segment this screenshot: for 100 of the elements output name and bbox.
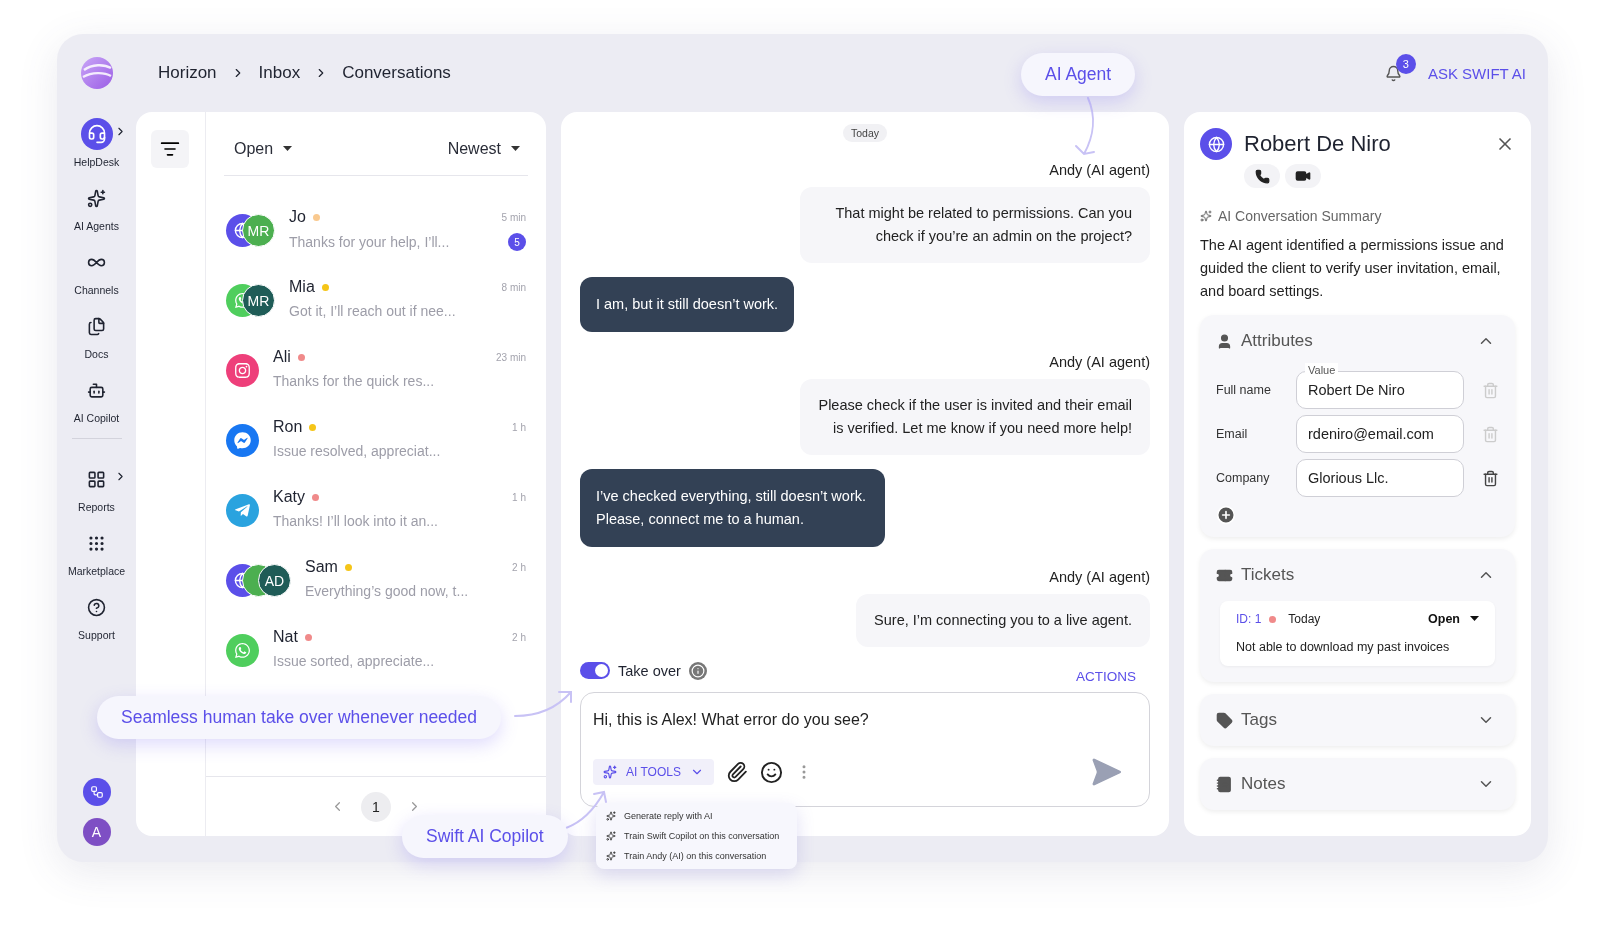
message-time: 2 h [512, 631, 526, 643]
filter-icon [160, 139, 180, 159]
caret-icon [511, 145, 520, 152]
section-header[interactable]: Tags [1216, 694, 1499, 746]
sparkles-icon [606, 831, 616, 841]
conversation-item[interactable]: MR Mia 8 min Got it, I’ll reach out if nee... [226, 278, 526, 348]
sidebar-item[interactable]: AI Agents [60, 178, 133, 236]
globe-icon [1200, 128, 1232, 160]
conversation-item[interactable]: MR Jo 5 min Thanks for your help, I’ll... 5 [226, 208, 526, 278]
sender-name: Andy (AI agent) [1049, 162, 1150, 178]
add-icon[interactable] [1216, 505, 1236, 525]
toggle-label: Take over [618, 662, 681, 679]
person-icon [1216, 332, 1233, 350]
status-dropdown[interactable]: Open [234, 139, 293, 158]
sidebar-item[interactable]: AI Copilot [60, 370, 133, 428]
message-time: 23 min [496, 351, 526, 363]
user-avatar[interactable]: A [82, 818, 111, 846]
menu-item[interactable]: Train Andy (AI) on this conversation [606, 851, 787, 861]
trash-icon [1482, 381, 1499, 399]
phone-button[interactable] [1244, 164, 1280, 188]
input-field[interactable]: Glorious Llc. [1296, 459, 1464, 497]
sparkles-icon [603, 765, 617, 779]
summary-title: AI Conversation Summary [1218, 208, 1382, 224]
ask-ai-button[interactable]: ASK SWIFT AI [1427, 64, 1526, 82]
agent-message: That might be related to permissions. Can you check if you’re an admin on the project? [800, 187, 1150, 263]
contact-name: Ron [273, 418, 303, 436]
conversation-item[interactable]: Ron 1 h Issue resolved, appreciat... [226, 418, 526, 488]
actions-button[interactable]: ACTIONS [1076, 669, 1136, 684]
menu-item[interactable]: Train Swift Copilot on this conversation [606, 831, 787, 841]
conversation-item[interactable]: Katy 1 h Thanks! I’ll look into it an... [226, 488, 526, 558]
logo-icon [79, 56, 114, 90]
notification-bell[interactable] [1384, 64, 1402, 82]
section-header[interactable]: Notes [1216, 758, 1499, 810]
video-button[interactable] [1285, 164, 1321, 188]
message-time: 1 h [512, 421, 526, 433]
workflow-icon [89, 785, 104, 799]
sidebar-item[interactable]: Docs [60, 306, 133, 364]
message-time: 1 h [512, 491, 526, 503]
menu-item[interactable]: Generate reply with AI [606, 811, 787, 821]
conversation-item[interactable]: Ali 23 min Thanks for the quick res... [226, 348, 526, 418]
contact-name: Jo [289, 208, 306, 226]
sparkles-icon [1200, 210, 1212, 222]
sender-name: Andy (AI agent) [1049, 354, 1150, 370]
page-button[interactable]: 1 [361, 791, 391, 822]
contact-name: Katy [273, 488, 305, 506]
sort-dropdown[interactable]: Newest [447, 139, 520, 158]
sidebar-item[interactable]: Support [60, 587, 133, 645]
message-input[interactable]: Hi, this is Alex! What error do you see? [593, 711, 1137, 729]
ticket-id: ID: 1 [1236, 612, 1262, 626]
date-separator: Today [843, 124, 887, 142]
ai-tools-button[interactable]: AI TOOLS [593, 759, 714, 785]
filter-button[interactable] [151, 130, 189, 168]
paperclip-icon[interactable] [725, 761, 748, 783]
input-field[interactable]: rdeniro@email.com [1296, 415, 1464, 453]
section-header[interactable]: Tickets [1216, 549, 1499, 601]
sparkles-icon [606, 851, 616, 861]
sidebar-item[interactable]: Reports [60, 459, 133, 517]
agent-message: Sure, I’m connecting you to a live agent. [856, 594, 1150, 647]
sparkles-icon [87, 188, 106, 208]
documents-icon [87, 316, 106, 336]
smile-icon[interactable] [759, 760, 783, 784]
message-preview: Got it, I’ll reach out if nee... [289, 303, 456, 319]
breadcrumb-link[interactable]: Horizon [158, 63, 217, 83]
workflow-button[interactable] [82, 778, 111, 806]
conversation-item[interactable]: AD Sam 2 h Everything’s good now, t... [226, 558, 526, 628]
video-icon [1295, 168, 1311, 184]
sidebar-item[interactable]: Marketplace [60, 523, 133, 581]
message-preview: Thanks for your help, I’ll... [289, 234, 450, 250]
breadcrumb-link[interactable]: Conversations [342, 63, 451, 83]
sparkles-icon [606, 811, 616, 821]
headset-icon [86, 124, 107, 144]
grid-icon [87, 469, 106, 489]
sidebar-item[interactable]: HelpDesk [60, 114, 133, 172]
phone-icon [1254, 168, 1270, 184]
help-icon [87, 597, 106, 617]
message-preview: Issue sorted, appreciate... [273, 653, 435, 669]
sidebar-item[interactable]: Channels [60, 242, 133, 300]
contact-name: Ali [273, 348, 291, 366]
field-label: Full name [1216, 383, 1272, 397]
field-label: Email [1216, 427, 1249, 441]
notepad-icon [1216, 775, 1233, 793]
user-avatar: MR [242, 284, 275, 317]
take-over-toggle[interactable] [580, 662, 610, 679]
caret-icon [1470, 616, 1479, 622]
status-dropdown[interactable]: Open [1428, 612, 1479, 626]
customer-message: I’ve checked everything, still doesn’t work. Please, connect me to a human. [580, 469, 885, 547]
trash-button[interactable] [1482, 469, 1499, 487]
message-time: 8 min [501, 281, 526, 293]
callout-label: Seamless human take over whenever needed [97, 696, 502, 739]
message-preview: Thanks for the quick res... [273, 373, 435, 389]
ticket-title: Not able to download my past invoices [1236, 640, 1451, 654]
robot-icon [87, 380, 106, 400]
conversation-item[interactable]: Nat 2 h Issue sorted, appreciate... [226, 628, 526, 698]
message-preview: Thanks! I’ll look into it an... [273, 513, 438, 529]
breadcrumb-link[interactable]: Inbox [258, 63, 301, 83]
ticket-date: Today [1288, 612, 1321, 626]
contact-name: Nat [273, 628, 298, 646]
customer-message: I am, but it still doesn’t work. [580, 277, 795, 332]
ticket-card[interactable]: ID: 1 Today Open Not able to download my past invoices [1220, 601, 1495, 666]
message-time: 2 h [512, 561, 526, 573]
